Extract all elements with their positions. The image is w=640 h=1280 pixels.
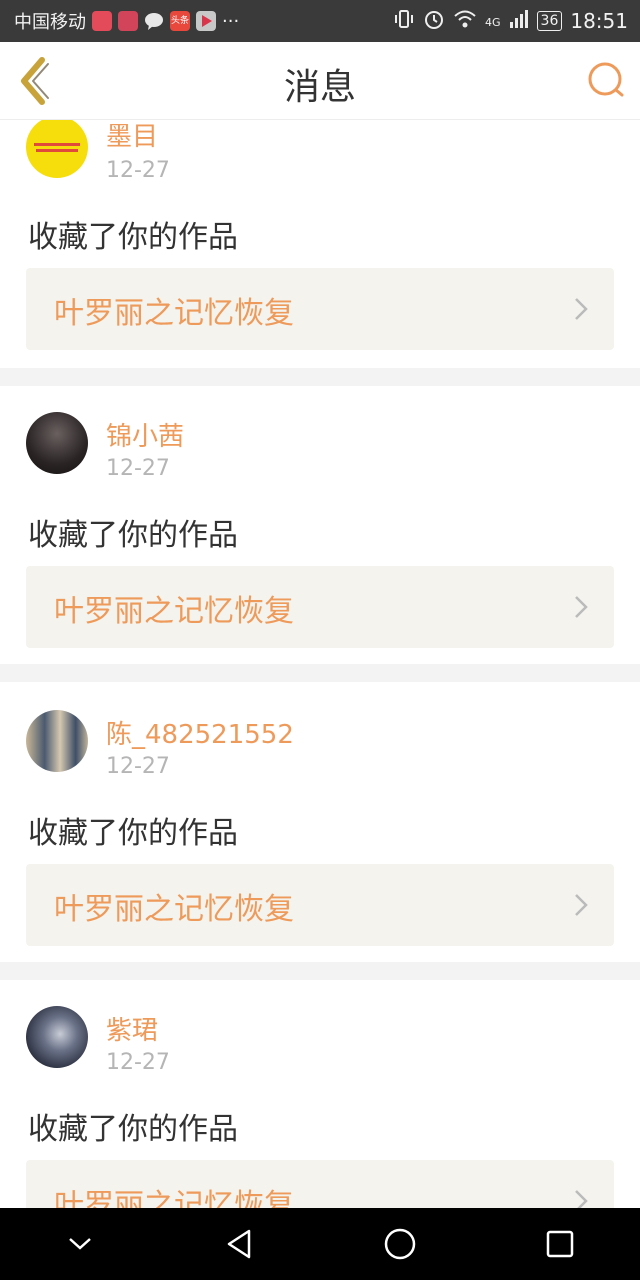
signal-icon (509, 9, 529, 34)
toutiao-app-icon: 头条 (170, 11, 190, 31)
separator (0, 664, 640, 682)
page-title: 消息 (283, 67, 356, 108)
work-link[interactable]: 叶罗丽之记忆恢复 (26, 1160, 614, 1208)
username[interactable]: 墨目 (106, 120, 158, 153)
username[interactable]: 陈_482521552 (106, 714, 294, 751)
action-text: 收藏了你的作品 (28, 1112, 238, 1147)
vibrate-icon (393, 9, 415, 34)
alarm-icon (423, 8, 445, 35)
work-title: 叶罗丽之记忆恢复 (54, 594, 294, 629)
chat-bubble-icon (144, 11, 164, 31)
action-text: 收藏了你的作品 (28, 220, 238, 255)
message-list[interactable]: 墨目 12-27 收藏了你的作品 叶罗丽之记忆恢复 锦小茜 12-27 收藏了你… (0, 120, 640, 1208)
list-item[interactable]: 紫珺 12-27 收藏了你的作品 叶罗丽之记忆恢复 (0, 980, 640, 1208)
action-text: 收藏了你的作品 (28, 518, 238, 553)
search-button[interactable] (586, 60, 626, 100)
book-app-icon (118, 11, 138, 31)
avatar[interactable] (26, 710, 88, 772)
list-item[interactable]: 陈_482521552 12-27 收藏了你的作品 叶罗丽之记忆恢复 (0, 682, 640, 946)
list-item[interactable]: 墨目 12-27 收藏了你的作品 叶罗丽之记忆恢复 (0, 120, 640, 356)
nav-recent-button[interactable] (530, 1214, 590, 1274)
status-left: 中国移动 头条 ··· (14, 8, 239, 34)
chevron-right-icon (575, 894, 588, 916)
search-icon (588, 62, 624, 97)
status-time: 18:51 (570, 9, 628, 33)
more-notifications: ··· (222, 10, 240, 32)
battery-indicator: 36 (536, 11, 563, 31)
nav-home-button[interactable] (370, 1214, 430, 1274)
list-item[interactable]: 锦小茜 12-27 收藏了你的作品 叶罗丽之记忆恢复 (0, 386, 640, 648)
separator (0, 368, 640, 386)
message-date: 12-27 (106, 456, 170, 481)
work-link[interactable]: 叶罗丽之记忆恢复 (26, 864, 614, 946)
avatar[interactable] (26, 120, 88, 178)
work-title: 叶罗丽之记忆恢复 (54, 1188, 294, 1208)
chevron-right-icon (575, 596, 588, 618)
username[interactable]: 锦小茜 (106, 416, 184, 453)
hide-nav-button[interactable] (50, 1214, 110, 1274)
chevron-down-icon (69, 1238, 91, 1250)
status-right: 4G 36 18:51 (393, 8, 628, 35)
square-recent-icon (546, 1230, 574, 1258)
work-link[interactable]: 叶罗丽之记忆恢复 (26, 268, 614, 350)
separator (0, 962, 640, 980)
message-date: 12-27 (106, 754, 170, 779)
action-text: 收藏了你的作品 (28, 816, 238, 851)
work-title: 叶罗丽之记忆恢复 (54, 296, 294, 331)
video-app-icon (196, 11, 216, 31)
triangle-back-icon (227, 1229, 251, 1259)
carrier-label: 中国移动 (14, 12, 86, 33)
message-date: 12-27 (106, 1050, 170, 1075)
network-type: 4G (485, 15, 501, 29)
nav-back-button[interactable] (210, 1214, 270, 1274)
wifi-icon (453, 9, 477, 34)
header: 消息 (0, 42, 640, 120)
avatar[interactable] (26, 1006, 88, 1068)
chevron-right-icon (575, 1190, 588, 1208)
status-bar: 中国移动 头条 ··· 4G 36 18:51 (0, 0, 640, 42)
circle-home-icon (384, 1228, 416, 1260)
work-link[interactable]: 叶罗丽之记忆恢复 (26, 566, 614, 648)
username[interactable]: 紫珺 (106, 1010, 158, 1047)
navigation-bar (0, 1208, 640, 1280)
message-date: 12-27 (106, 158, 170, 183)
work-title: 叶罗丽之记忆恢复 (54, 892, 294, 927)
chevron-right-icon (575, 298, 588, 320)
avatar[interactable] (26, 412, 88, 474)
huawei-app-icon (92, 11, 112, 31)
